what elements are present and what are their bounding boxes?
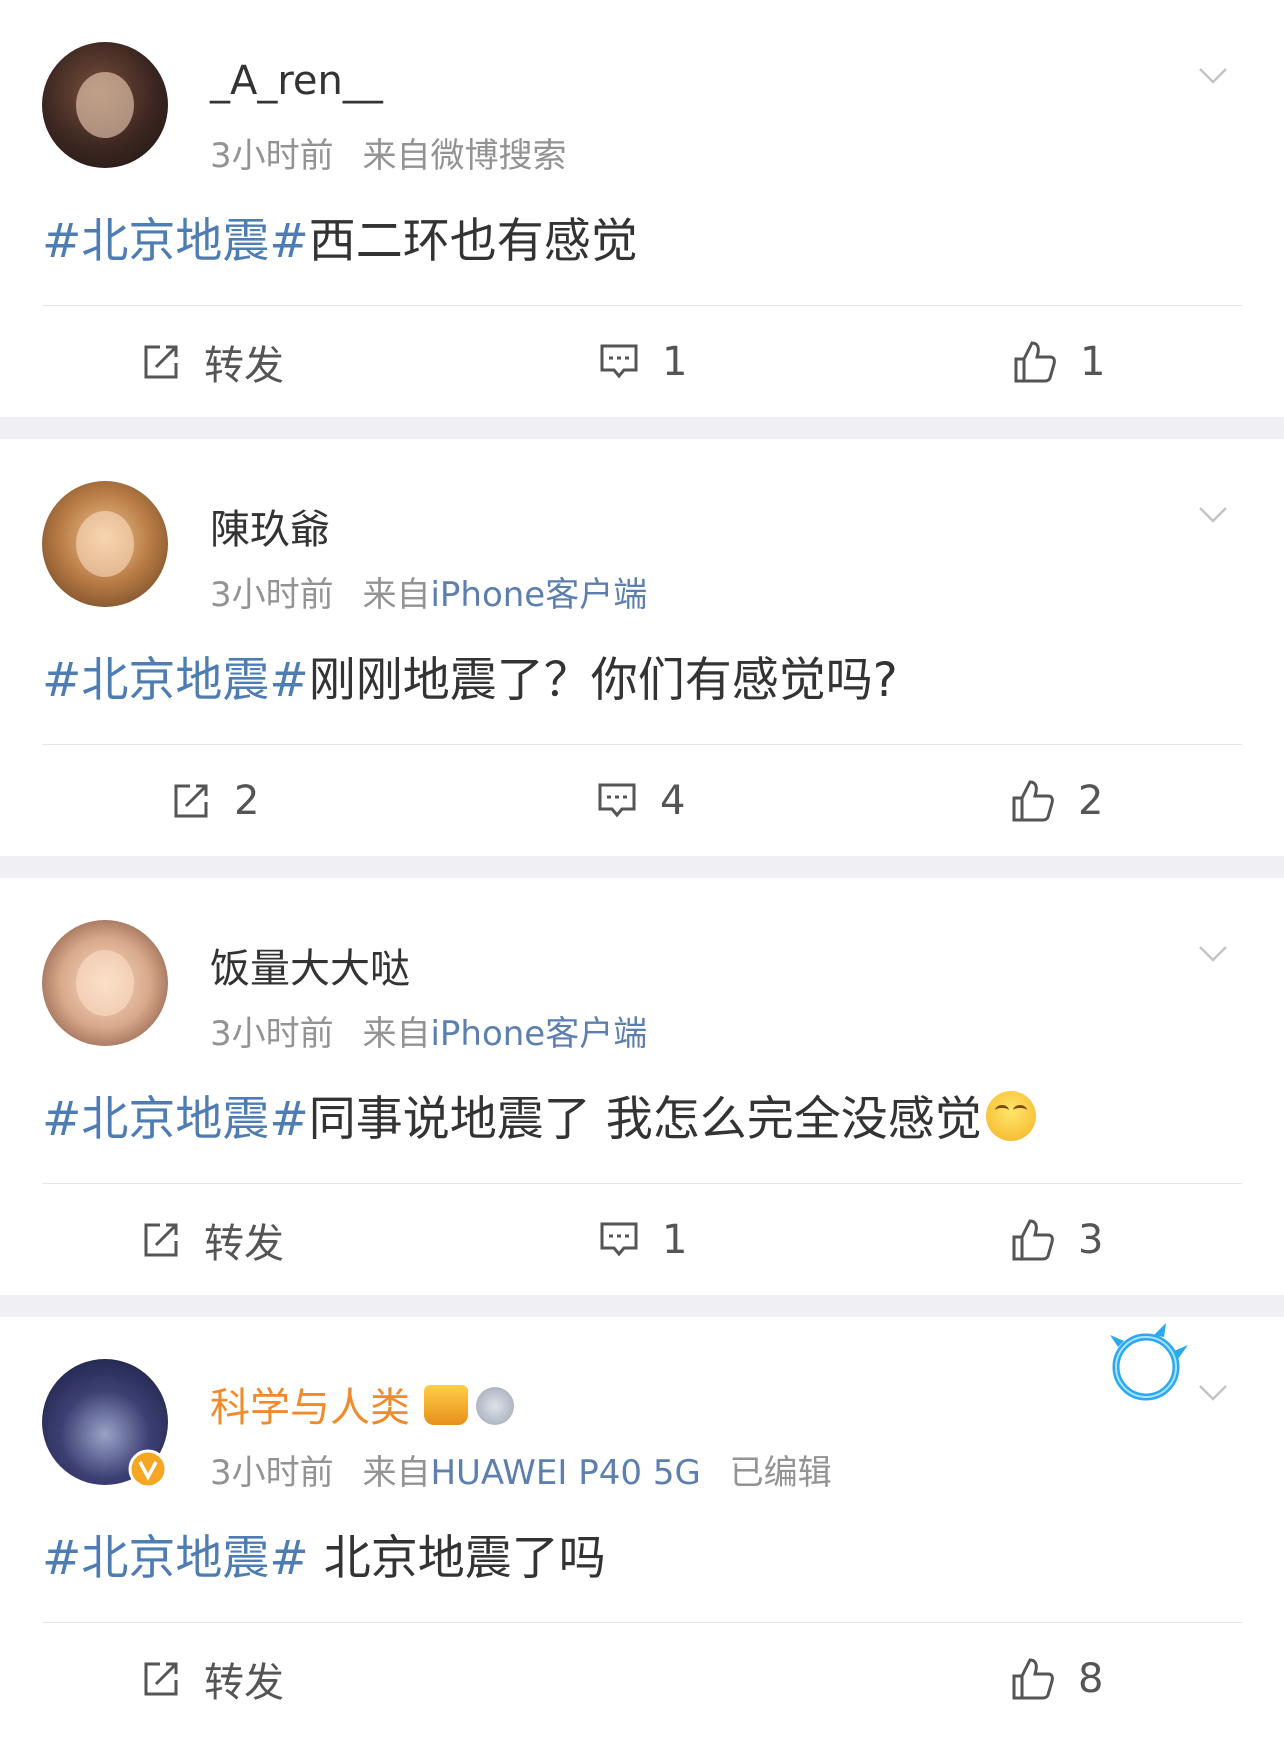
- share-label: 转发: [204, 1220, 284, 1267]
- comment-button[interactable]: 1: [598, 306, 687, 417]
- crown-icon: [424, 1385, 468, 1425]
- post-meta: 3小时前 来自iPhone客户端: [210, 1006, 647, 1055]
- post-time: 3小时前: [210, 136, 334, 176]
- medal-icon: [476, 1387, 514, 1425]
- post-body: 西二环也有感觉: [308, 214, 638, 269]
- like-button[interactable]: 1: [1012, 306, 1105, 417]
- comment-icon: [600, 344, 638, 378]
- share-label: 转发: [204, 1659, 284, 1706]
- avatar[interactable]: [42, 481, 168, 607]
- like-button[interactable]: 2: [1010, 745, 1103, 856]
- post-meta: 3小时前 来自微博搜索: [210, 128, 566, 177]
- like-count: 8: [1078, 1655, 1104, 1702]
- user-name[interactable]: 饭量大大哒: [210, 936, 410, 994]
- chevron-down-icon[interactable]: [1198, 499, 1228, 529]
- share-count: 2: [234, 777, 260, 824]
- comment-icon: [600, 1222, 638, 1256]
- edited-label: 已编辑: [729, 1453, 832, 1493]
- chevron-down-icon[interactable]: [1198, 938, 1228, 968]
- user-name[interactable]: 陳玖爺: [210, 497, 330, 555]
- action-bar: 2 4 2: [0, 745, 1284, 856]
- post-source[interactable]: iPhone客户端: [430, 575, 647, 615]
- post-text: #北京地震# 北京地震了吗: [42, 1519, 606, 1588]
- action-bar: 转发 1 1: [0, 306, 1284, 417]
- comment-button[interactable]: 4: [596, 745, 685, 856]
- hashtag-link[interactable]: #北京地震#: [42, 214, 309, 269]
- post-meta: 3小时前 来自iPhone客户端: [210, 567, 647, 616]
- post-body: 北京地震了吗: [308, 1531, 606, 1586]
- hashtag-link[interactable]: #北京地震#: [42, 653, 309, 708]
- like-button[interactable]: 8: [1010, 1623, 1103, 1734]
- laughing-crying-emoji: [985, 1091, 1036, 1141]
- source-prefix: 来自: [362, 575, 431, 615]
- comment-icon: [598, 783, 636, 817]
- like-count: 3: [1078, 1216, 1104, 1263]
- fire-ring-decoration: [1110, 1323, 1188, 1401]
- post-body: 同事说地震了 我怎么完全没感觉: [308, 1092, 982, 1147]
- post-time: 3小时前: [210, 1014, 334, 1054]
- like-icon: [1012, 1218, 1054, 1260]
- action-bar: 转发 1 3: [0, 1184, 1284, 1295]
- like-count: 1: [1080, 338, 1106, 385]
- post-text: #北京地震#同事说地震了 我怎么完全没感觉: [42, 1080, 1036, 1149]
- post-source: 微博搜索: [430, 136, 567, 176]
- share-button[interactable]: 转发: [140, 1623, 284, 1734]
- like-count: 2: [1078, 777, 1104, 824]
- avatar[interactable]: [42, 920, 168, 1046]
- share-icon: [144, 1223, 178, 1256]
- post-source[interactable]: HUAWEI P40 5G: [430, 1453, 700, 1493]
- post-meta: 3小时前 来自HUAWEI P40 5G 已编辑: [210, 1445, 832, 1494]
- post-source[interactable]: iPhone客户端: [430, 1014, 647, 1054]
- feed: _A_ren__ 3小时前 来自微博搜索 #北京地震#西二环也有感觉 转发 1 …: [0, 0, 1284, 1762]
- post-card[interactable]: 陳玖爺 3小时前 来自iPhone客户端 #北京地震#刚刚地震了？你们有感觉吗?…: [0, 439, 1284, 856]
- like-icon: [1014, 340, 1056, 382]
- post-time: 3小时前: [210, 1453, 334, 1493]
- share-icon: [144, 345, 178, 378]
- share-label: 转发: [204, 342, 284, 389]
- source-prefix: 来自: [362, 1453, 431, 1493]
- post-card[interactable]: 科学与人类 3小时前 来自HUAWEI P40 5G 已编辑 #北京地震# 北京…: [0, 1317, 1284, 1762]
- hashtag-link[interactable]: #北京地震#: [42, 1531, 309, 1586]
- like-button[interactable]: 3: [1010, 1184, 1103, 1295]
- share-icon: [144, 1662, 178, 1695]
- hashtag-link[interactable]: #北京地震#: [42, 1092, 309, 1147]
- comment-count: 1: [662, 1216, 688, 1263]
- share-button[interactable]: 2: [170, 745, 259, 856]
- source-prefix: 来自: [362, 136, 431, 176]
- user-name[interactable]: 科学与人类: [210, 1375, 514, 1433]
- post-body: 刚刚地震了？你们有感觉吗?: [308, 653, 898, 708]
- share-button[interactable]: 转发: [140, 1184, 284, 1295]
- like-icon: [1012, 779, 1054, 821]
- comment-button[interactable]: 1: [598, 1184, 687, 1295]
- action-bar: 转发 8: [0, 1623, 1284, 1734]
- post-time: 3小时前: [210, 575, 334, 615]
- avatar[interactable]: [42, 42, 168, 168]
- chevron-down-icon[interactable]: [1198, 60, 1228, 90]
- source-prefix: 来自: [362, 1014, 431, 1054]
- post-text: #北京地震#刚刚地震了？你们有感觉吗?: [42, 641, 898, 710]
- post-text: #北京地震#西二环也有感觉: [42, 202, 638, 271]
- chevron-down-icon[interactable]: [1198, 1377, 1228, 1407]
- user-name-text: 科学与人类: [210, 1385, 410, 1431]
- post-card[interactable]: _A_ren__ 3小时前 来自微博搜索 #北京地震#西二环也有感觉 转发 1 …: [0, 0, 1284, 417]
- verified-badge-icon: [128, 1449, 168, 1489]
- comment-count: 1: [662, 338, 688, 385]
- post-card[interactable]: 饭量大大哒 3小时前 来自iPhone客户端 #北京地震#同事说地震了 我怎么完…: [0, 878, 1284, 1295]
- user-name[interactable]: _A_ren__: [210, 58, 383, 104]
- share-icon: [174, 784, 208, 817]
- comment-count: 4: [660, 777, 686, 824]
- share-button[interactable]: 转发: [140, 306, 284, 417]
- like-icon: [1012, 1657, 1054, 1699]
